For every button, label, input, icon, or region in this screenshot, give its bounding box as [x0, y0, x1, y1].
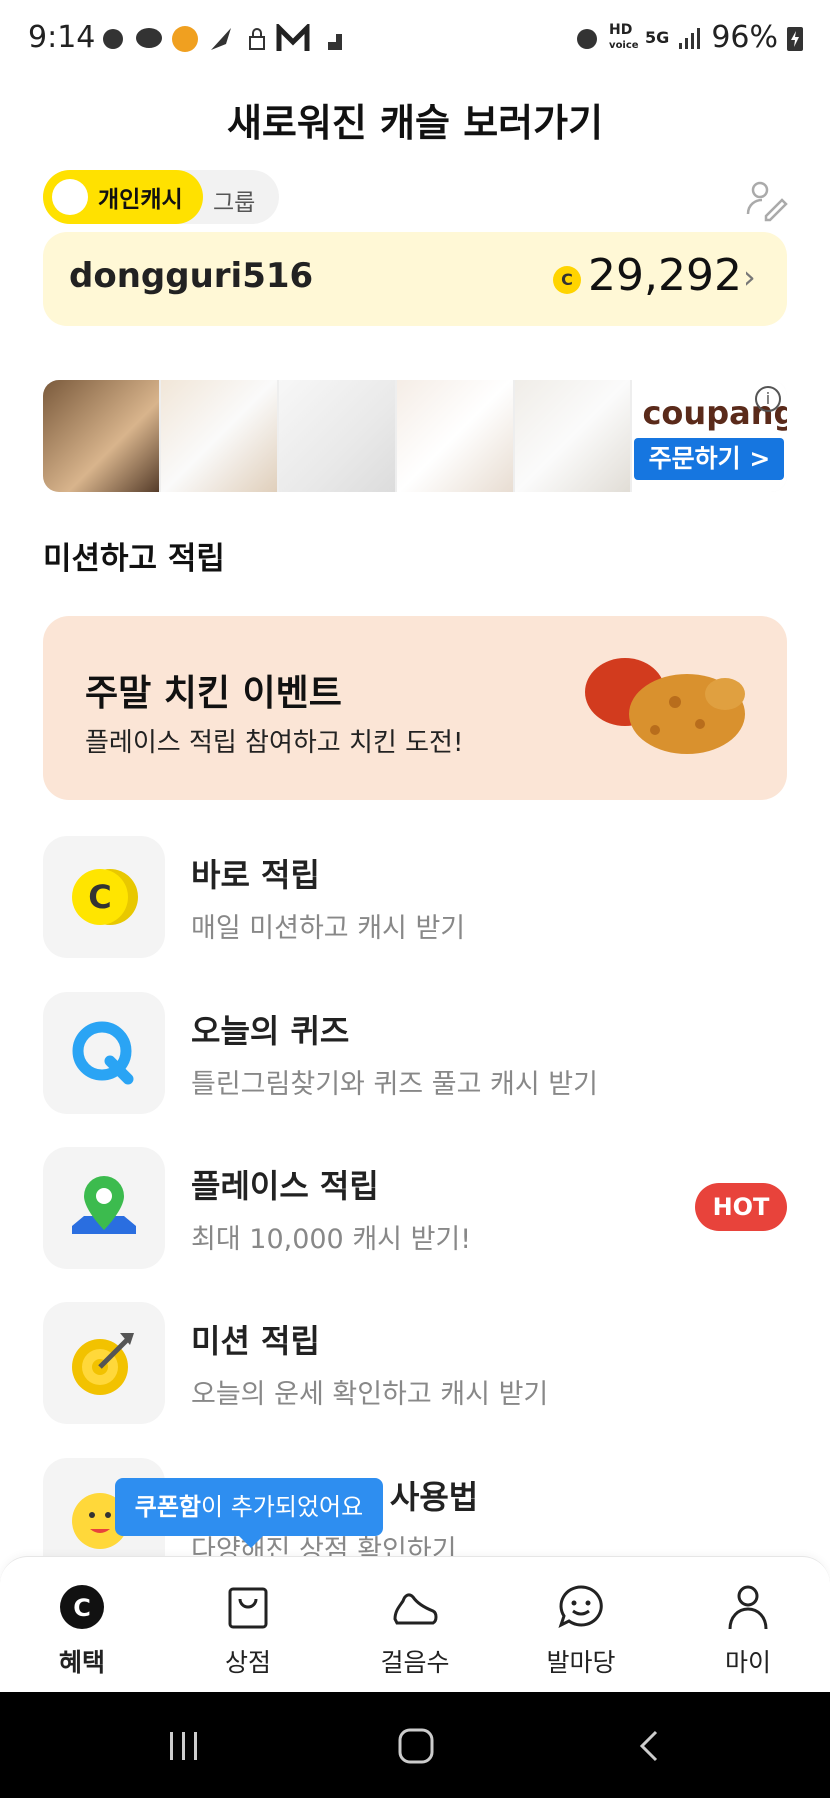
- signal-icon: [679, 27, 701, 49]
- feather-icon: [211, 28, 231, 50]
- chicken-event-banner[interactable]: 주말 치킨 이벤트 플레이스 적립 참여하고 치킨 도전!: [43, 616, 787, 800]
- username: dongguri516: [69, 256, 314, 296]
- nav-label: 걸음수: [380, 1648, 450, 1677]
- ad-product-image[interactable]: [396, 380, 513, 492]
- status-bar: 9:14 HD voice 5G 96%: [0, 0, 830, 80]
- list-item-mission[interactable]: 미션 적립 오늘의 운세 확인하고 캐시 받기: [43, 1302, 787, 1424]
- mail-m-icon: [276, 24, 310, 51]
- promo-subtitle: 플레이스 적립 참여하고 치킨 도전!: [85, 728, 464, 758]
- list-item-title: 플레이스 적립: [191, 1167, 379, 1205]
- toggle-knob: [52, 179, 88, 215]
- bottom-nav: C 혜택 상점 걸음수 발마당 마이: [0, 1556, 830, 1692]
- coupon-toast: 쿠폰함이 추가되었어요: [115, 1478, 383, 1548]
- nav-community[interactable]: 발마당: [521, 1581, 641, 1679]
- talk-bubble-icon: [136, 28, 162, 48]
- chevron-right-icon: ›: [743, 258, 756, 296]
- list-item-quiz[interactable]: 오늘의 퀴즈 틀린그림찾기와 퀴즈 풀고 캐시 받기: [43, 992, 787, 1114]
- chat-smile-icon: [558, 1585, 603, 1628]
- hd-voice-label: HD voice: [609, 21, 639, 51]
- toggle-personal-label: 개인캐시: [98, 187, 183, 213]
- list-icon-box: [43, 1147, 165, 1269]
- nav-benefit[interactable]: C 혜택: [22, 1581, 142, 1679]
- ad-brand-panel[interactable]: coupang i 주문하기 >: [632, 380, 787, 492]
- back-icon[interactable]: [630, 1726, 670, 1766]
- ad-product-image[interactable]: [278, 380, 395, 492]
- list-item-title: 미션 적립: [191, 1322, 320, 1360]
- ad-product-image[interactable]: [160, 380, 277, 492]
- fried-chicken-icon: [585, 658, 745, 754]
- hot-badge: HOT: [695, 1183, 787, 1231]
- section-title: 미션하고 적립: [43, 541, 225, 577]
- toast-text: 이 추가되었어요: [201, 1493, 364, 1521]
- nav-label: 마이: [724, 1648, 771, 1677]
- nav-steps[interactable]: 걸음수: [355, 1581, 475, 1679]
- person-icon: [728, 1585, 768, 1630]
- ad-info-icon[interactable]: i: [754, 386, 781, 412]
- recent-apps-icon[interactable]: [164, 1726, 204, 1766]
- list-item-subtitle: 틀린그림찾기와 퀴즈 풀고 캐시 받기: [191, 1069, 598, 1100]
- list-icon-box: [43, 1302, 165, 1424]
- list-item-subtitle: 오늘의 운세 확인하고 캐시 받기: [191, 1379, 549, 1410]
- balance-card[interactable]: dongguri516 C 29,292 ›: [43, 232, 787, 326]
- quiz-q-icon: [72, 1021, 134, 1085]
- cash-mode-toggle[interactable]: 개인캐시 그룹: [43, 170, 279, 224]
- benefit-icon: C: [60, 1585, 104, 1629]
- ad-product-image[interactable]: [43, 380, 159, 492]
- list-item-place[interactable]: 플레이스 적립 최대 10,000 캐시 받기! HOT: [43, 1147, 787, 1269]
- list-item-subtitle: 매일 미션하고 캐시 받기: [191, 913, 466, 944]
- list-icon-box: [43, 992, 165, 1114]
- nav-label: 발마당: [546, 1648, 616, 1677]
- home-icon[interactable]: [396, 1726, 436, 1766]
- list-item-subtitle: 최대 10,000 캐시 받기!: [191, 1224, 472, 1255]
- map-pin-icon: [72, 1176, 136, 1234]
- svg-text:C: C: [88, 878, 111, 916]
- app-badge-icon: [172, 26, 198, 52]
- nav-shop[interactable]: 상점: [188, 1581, 308, 1679]
- ad-order-button[interactable]: 주문하기 >: [634, 438, 785, 480]
- alarm-icon: [577, 28, 598, 49]
- shop-bag-icon: [228, 1587, 268, 1629]
- nav-my[interactable]: 마이: [688, 1581, 808, 1679]
- svg-text:C: C: [73, 1594, 91, 1622]
- toast-bold: 쿠폰함: [134, 1493, 202, 1521]
- target-icon: [72, 1333, 134, 1395]
- promo-title: 주말 치킨 이벤트: [85, 673, 342, 714]
- list-item-instant[interactable]: C 바로 적립 매일 미션하고 캐시 받기: [43, 836, 787, 958]
- page-title[interactable]: 새로워진 캐슬 보러가기: [0, 92, 830, 147]
- status-right: HD voice 5G 96%: [573, 20, 804, 55]
- list-item-title: 바로 적립: [191, 856, 320, 894]
- steps-icon: [320, 34, 342, 50]
- c-coin-icon: C: [72, 869, 138, 925]
- toggle-personal[interactable]: 개인캐시: [43, 170, 203, 224]
- system-nav-bar: [0, 1692, 830, 1798]
- lock-icon: [249, 28, 265, 50]
- edit-profile-icon[interactable]: [744, 178, 788, 222]
- cash-amount: 29,292: [588, 250, 742, 301]
- coupang-ad-banner[interactable]: coupang i 주문하기 >: [43, 380, 787, 492]
- battery-percent: 96%: [711, 20, 778, 55]
- network-5g-label: 5G: [645, 28, 670, 47]
- status-time: 9:14: [28, 20, 96, 55]
- battery-charging-icon: [787, 26, 803, 51]
- shoe-icon: [393, 1593, 438, 1625]
- ad-product-image[interactable]: [514, 380, 631, 492]
- list-item-title: 오늘의 퀴즈: [191, 1012, 350, 1050]
- list-icon-box: C: [43, 836, 165, 958]
- nav-label: 혜택: [58, 1648, 105, 1677]
- coin-icon: C: [553, 266, 581, 294]
- notification-icon: [103, 29, 123, 49]
- nav-label: 상점: [224, 1648, 271, 1677]
- toggle-group-label[interactable]: 그룹: [213, 183, 255, 217]
